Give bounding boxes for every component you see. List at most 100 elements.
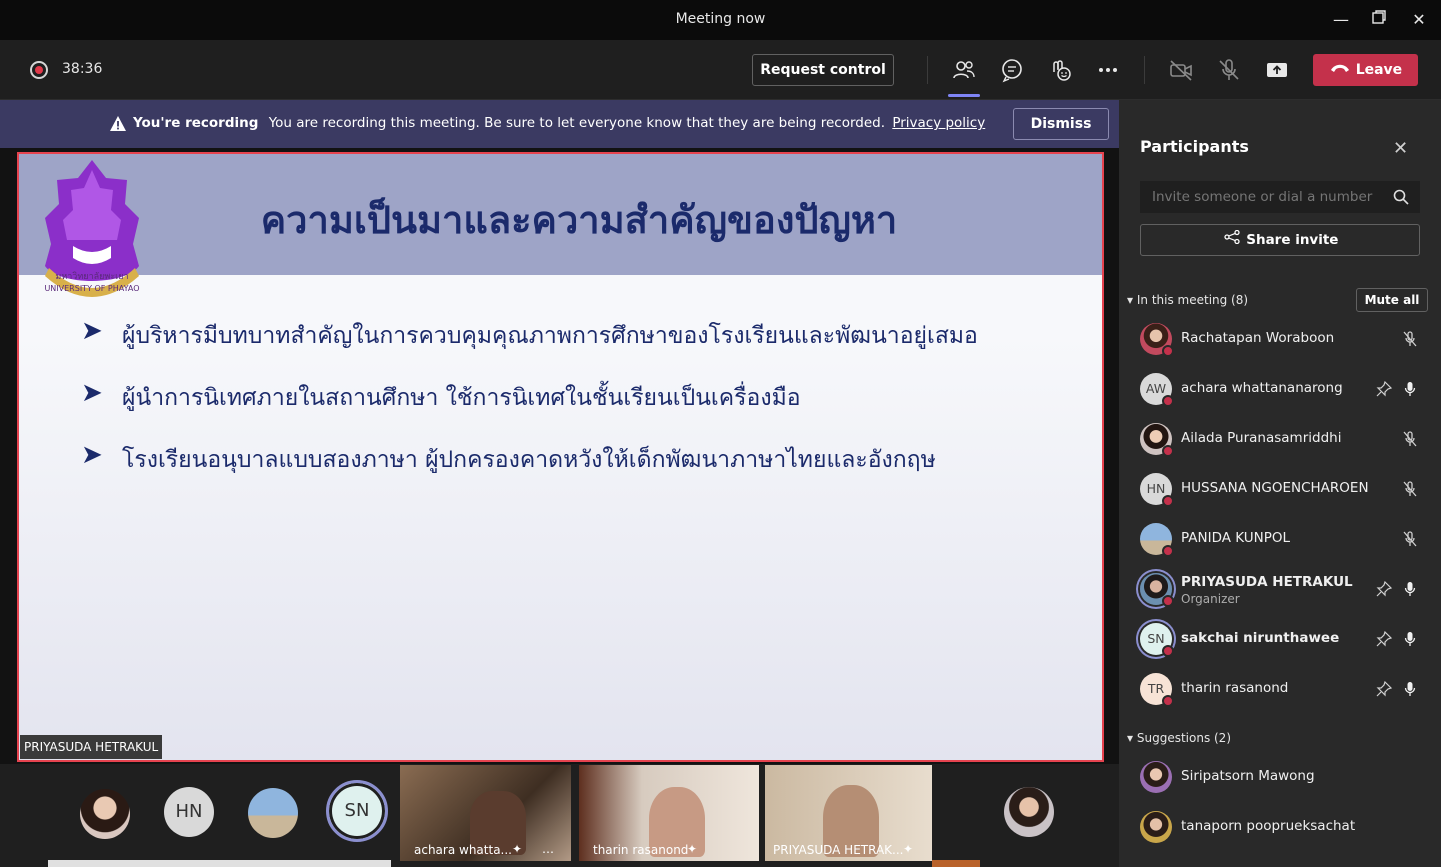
video-tile[interactable]: PRIYASUDA HETRAK... ✦ — [765, 765, 932, 861]
in-meeting-section[interactable]: ▾ In this meeting (8) — [1127, 293, 1248, 307]
participant-name: PANIDA KUNPOL — [1181, 530, 1291, 546]
pin-icon[interactable] — [1375, 680, 1393, 698]
leave-label: Leave — [1355, 62, 1403, 78]
participant-name: sakchai nirunthawee — [1181, 630, 1340, 646]
tile-name: tharin rasanond — [593, 843, 689, 857]
participant-row[interactable]: Rachatapan Woraboon — [1119, 314, 1441, 364]
avatar: HN — [1140, 473, 1174, 507]
share-screen-icon[interactable] — [1263, 56, 1291, 84]
presence-busy-icon — [1162, 395, 1174, 407]
slide-bullet: ➤ ผู้บริหารมีบทบาทสำคัญในการควบคุมคุณภาพ… — [81, 314, 1081, 376]
avatar-initials: HN — [1146, 481, 1166, 496]
avatar — [1140, 423, 1174, 457]
camera-off-icon[interactable] — [1167, 56, 1195, 84]
participant-row[interactable]: PRIYASUDA HETRAKUL Organizer — [1119, 564, 1441, 614]
restore-icon[interactable] — [1367, 8, 1391, 32]
chevron-down-icon: ▾ — [1127, 731, 1134, 745]
mic-off-icon — [1403, 431, 1417, 447]
more-options-icon[interactable]: … — [542, 842, 554, 856]
participant-row[interactable]: SN sakchai nirunthawee — [1119, 614, 1441, 664]
share-invite-button[interactable]: Share invite — [1140, 224, 1420, 256]
leave-button[interactable]: Leave — [1313, 54, 1418, 86]
privacy-policy-link[interactable]: Privacy policy — [892, 115, 985, 131]
close-icon[interactable]: ✕ — [1393, 138, 1408, 159]
presence-busy-icon — [1162, 695, 1174, 707]
pin-icon[interactable]: ✦ — [903, 842, 913, 856]
mute-all-button[interactable]: Mute all — [1356, 288, 1428, 312]
scrollbar[interactable] — [48, 860, 391, 867]
recording-icon — [30, 61, 48, 79]
avatar-initials: AW — [1145, 381, 1167, 396]
avatar-initials: TR — [1147, 681, 1165, 696]
bullet-text: ผู้บริหารมีบทบาทสำคัญในการควบคุมคุณภาพกา… — [122, 323, 978, 349]
warning-icon — [110, 116, 126, 131]
dismiss-button[interactable]: Dismiss — [1013, 108, 1109, 140]
participants-panel: Participants ✕ Share invite ▾ In this me… — [1119, 100, 1441, 867]
shared-content-stage: UNIVERSITY OF PHAYAO มหาวิทยาลัยพะเยา คว… — [0, 148, 1119, 764]
participant-name: tharin rasanond — [1181, 680, 1289, 696]
avatar[interactable] — [1004, 787, 1054, 837]
participant-role: Organizer — [1181, 592, 1240, 606]
participant-name: PRIYASUDA HETRAKUL — [1181, 574, 1353, 590]
pin-icon[interactable] — [1375, 630, 1393, 648]
suggestions-section[interactable]: ▾ Suggestions (2) — [1127, 731, 1231, 745]
suggestion-row[interactable]: Siripatsorn Mawong — [1119, 752, 1441, 802]
request-control-button[interactable]: Request control — [752, 54, 894, 86]
pin-icon[interactable]: ✦ — [512, 842, 522, 856]
avatar[interactable]: SN — [326, 780, 388, 842]
invite-input[interactable] — [1140, 181, 1420, 213]
university-logo: UNIVERSITY OF PHAYAO มหาวิทยาลัยพะเยา — [44, 160, 140, 297]
participant-row[interactable]: AW achara whattananarong — [1119, 364, 1441, 414]
minimize-icon[interactable]: — — [1329, 8, 1353, 32]
arrow-bullet-icon: ➤ — [81, 378, 103, 408]
participant-strip: HN SN achara whatta... ✦ … tharin rasano… — [0, 764, 1119, 867]
pin-icon[interactable] — [1375, 580, 1393, 598]
title-bar: Meeting now — ✕ — [0, 0, 1441, 40]
recording-text: You are recording this meeting. Be sure … — [268, 115, 886, 131]
presence-busy-icon — [1162, 445, 1174, 457]
window-title: Meeting now — [675, 11, 766, 27]
pin-icon[interactable]: ✦ — [687, 842, 697, 856]
participants-active-indicator — [948, 94, 980, 97]
meeting-toolbar: 38:36 Request control Leave — [0, 40, 1441, 100]
avatar: SN — [1140, 623, 1174, 657]
participant-name: achara whattananarong — [1181, 380, 1343, 396]
avatar[interactable]: HN — [164, 787, 214, 837]
avatar[interactable] — [80, 789, 130, 839]
presence-busy-icon — [1162, 645, 1174, 657]
suggestion-name: tanaporn pooprueksachat — [1181, 818, 1356, 834]
participant-row[interactable]: HN HUSSANA NGOENCHAROEN — [1119, 464, 1441, 514]
avatar — [1140, 523, 1174, 557]
video-tile-edge — [932, 860, 980, 867]
mic-off-icon[interactable] — [1215, 56, 1243, 84]
close-window-icon[interactable]: ✕ — [1407, 8, 1431, 32]
hang-up-icon — [1329, 54, 1351, 86]
bullet-text: โรงเรียนอนุบาลแบบสองภาษา ผู้ปกครองคาดหวั… — [122, 447, 936, 473]
suggestion-name: Siripatsorn Mawong — [1181, 768, 1315, 784]
avatar: AW — [1140, 373, 1174, 407]
video-tile[interactable]: tharin rasanond ✦ — [579, 765, 759, 861]
tile-name: PRIYASUDA HETRAK... — [773, 843, 904, 857]
avatar: TR — [1140, 673, 1174, 707]
avatar-initials: SN — [1147, 631, 1165, 646]
participant-row[interactable]: TR tharin rasanond — [1119, 664, 1441, 714]
search-icon[interactable] — [1393, 189, 1409, 205]
avatar[interactable] — [248, 788, 298, 838]
participants-icon[interactable] — [950, 56, 978, 84]
meeting-timer: 38:36 — [62, 61, 103, 77]
svg-text:UNIVERSITY OF PHAYAO: UNIVERSITY OF PHAYAO — [44, 284, 139, 293]
more-options-icon[interactable] — [1094, 56, 1122, 84]
mic-icon — [1404, 382, 1416, 396]
video-tile[interactable]: achara whatta... ✦ … — [400, 765, 571, 861]
participant-name: HUSSANA NGOENCHAROEN — [1181, 480, 1369, 496]
suggestion-row[interactable]: tanaporn pooprueksachat — [1119, 802, 1441, 852]
mic-icon — [1404, 632, 1416, 646]
bullet-text: ผู้นำการนิเทศภายในสถานศึกษา ใช้การนิเทศใ… — [122, 385, 801, 411]
chat-icon[interactable] — [998, 56, 1026, 84]
participant-row[interactable]: PANIDA KUNPOL — [1119, 514, 1441, 564]
reactions-icon[interactable] — [1046, 56, 1074, 84]
arrow-bullet-icon: ➤ — [81, 440, 103, 470]
participant-row[interactable]: Ailada Puranasamriddhi — [1119, 414, 1441, 464]
recording-label: You're recording — [133, 115, 259, 131]
pin-icon[interactable] — [1375, 380, 1393, 398]
